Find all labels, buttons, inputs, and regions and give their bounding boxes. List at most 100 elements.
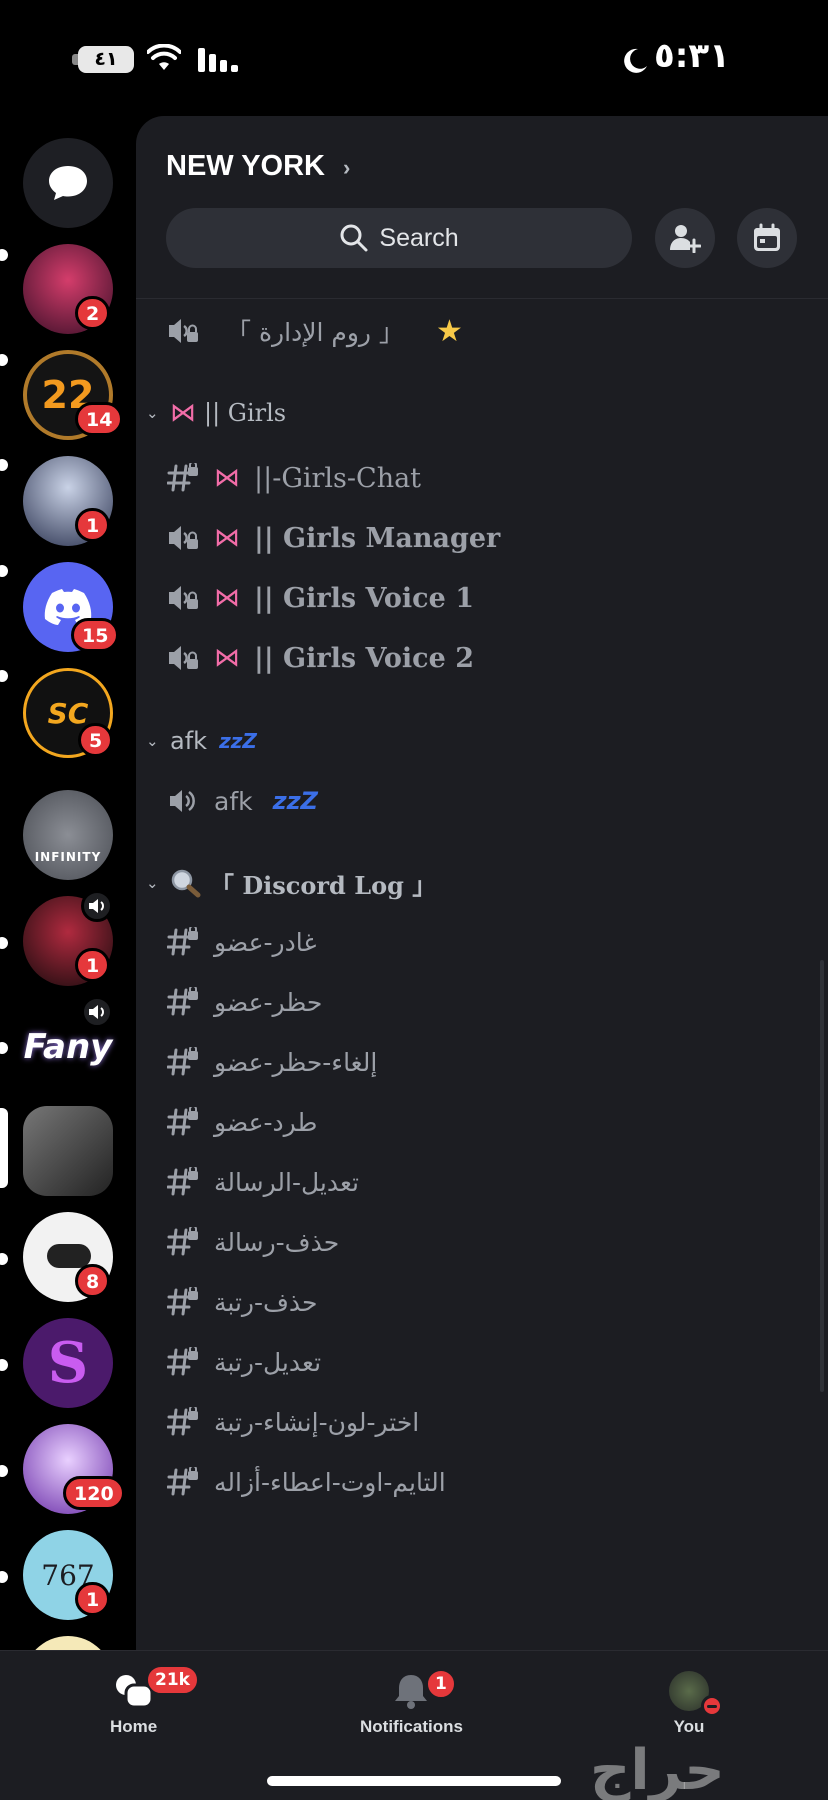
channel-admin-room[interactable]: 「 روم الإدارة 」 ★ <box>166 306 463 356</box>
server-icon-infinity[interactable]: INFINITY <box>23 790 113 880</box>
ribbon-icon: ⋈ <box>214 463 240 493</box>
speaker-icon <box>89 899 104 913</box>
channel-girls-voice-2[interactable]: ⋈ || Girls Voice 2 <box>166 633 474 683</box>
log-channel-row[interactable]: حذف-رسالة <box>166 1217 339 1267</box>
cellular-signal-icon <box>198 48 238 72</box>
log-channel-row[interactable]: غادر-عضو <box>166 917 316 967</box>
server-icon-helltix[interactable]: 2 <box>23 244 113 334</box>
category-name: 「 Discord Log 」 <box>210 870 437 900</box>
server-icon-anime-boy[interactable]: 120 <box>23 1424 125 1514</box>
bell-icon <box>395 1675 428 1709</box>
server-icon-girl-avatar[interactable]: 1 <box>23 456 113 546</box>
mention-badge: 8 <box>75 1264 111 1298</box>
log-channel-row[interactable]: حظر-عضو <box>166 977 322 1027</box>
chevron-right-icon: › <box>343 155 351 180</box>
channel-girls-manager[interactable]: ⋈ || Girls Manager <box>166 513 500 563</box>
nav-you[interactable]: You <box>669 1671 723 1737</box>
mention-badge: 15 <box>71 618 120 652</box>
search-icon <box>340 224 368 252</box>
server-icon-text: SC <box>47 696 89 730</box>
sleep-zzz-icon: zzZ <box>219 729 257 753</box>
log-channel-row[interactable]: إلغاء-حظر-عضو <box>166 1037 377 1087</box>
mention-badge: 1 <box>75 508 111 542</box>
search-button[interactable]: Search <box>166 208 632 268</box>
channel-girls-chat[interactable]: ⋈ ||-Girls-Chat <box>166 453 421 503</box>
status-bar: ٤١ ٥:٣١ <box>0 0 828 110</box>
category-name: afk <box>170 727 208 755</box>
mention-badge: 120 <box>63 1476 125 1510</box>
channel-name: اختر-لون-إنشاء-رتبة <box>214 1407 420 1437</box>
unread-dot <box>0 354 8 366</box>
events-button[interactable] <box>737 208 797 268</box>
nav-notifications[interactable]: Notifications 1 <box>360 1669 463 1737</box>
unread-dot <box>0 1253 8 1265</box>
server-icon-s[interactable]: S <box>23 1318 113 1408</box>
header-divider <box>136 298 828 299</box>
moon-icon <box>624 48 647 73</box>
log-channel-row[interactable]: تعديل-الرسالة <box>166 1157 359 1207</box>
direct-messages-button[interactable] <box>23 138 113 228</box>
server-icon-sc[interactable]: SC 5 <box>23 668 114 758</box>
chevron-down-icon: ⌄ <box>146 874 159 892</box>
mention-badge: 2 <box>75 296 111 330</box>
star-icon: ★ <box>435 313 463 349</box>
log-channel-row[interactable]: طرد-عضو <box>166 1097 317 1147</box>
server-icon-new-york[interactable] <box>23 1106 113 1196</box>
server-name-header[interactable]: NEW YORK › <box>166 150 350 183</box>
channel-name: غادر-عضو <box>214 927 317 957</box>
log-channel-row[interactable]: التايم-اوت-اعطاء-أزاله <box>166 1457 446 1507</box>
category-afk[interactable]: ⌄ afk zzZ <box>146 716 257 766</box>
server-name: NEW YORK <box>166 150 325 182</box>
channel-name: التايم-اوت-اعطاء-أزاله <box>214 1467 446 1497</box>
locked-text-channel-icon <box>166 1225 200 1259</box>
chevron-down-icon: ⌄ <box>146 404 159 422</box>
server-icon-fany[interactable]: Fany <box>23 996 113 1092</box>
scrollbar[interactable] <box>820 960 824 1392</box>
speaker-icon <box>89 1005 104 1019</box>
log-channel-row[interactable]: اختر-لون-إنشاء-رتبة <box>166 1397 419 1447</box>
unread-dot <box>0 1465 8 1477</box>
wifi-icon <box>147 44 181 70</box>
unread-dot <box>0 1042 8 1054</box>
log-channel-row[interactable]: حذف-رتبة <box>166 1277 318 1327</box>
server-icon-discord[interactable]: 15 <box>23 562 120 652</box>
ribbon-icon: ⋈ <box>214 583 240 613</box>
server-icon-767[interactable]: 767 1 <box>23 1530 113 1620</box>
unread-dot <box>0 459 8 471</box>
channel-afk[interactable]: afk zzZ <box>166 776 318 826</box>
channel-name: || Girls Voice 2 <box>254 642 474 674</box>
unread-dot <box>0 565 8 577</box>
haraj-watermark: حراج <box>590 1738 725 1800</box>
home-indicator[interactable] <box>267 1776 561 1786</box>
server-rail[interactable]: 2 22 14 1 15 SC 5 INFINITY 1 Fany 8 S 12… <box>0 110 136 1650</box>
log-channel-row[interactable]: تعديل-رتبة <box>166 1337 321 1387</box>
locked-text-channel-icon <box>166 1465 200 1499</box>
speaker-icon <box>166 784 200 818</box>
unread-dot <box>0 937 8 949</box>
server-icon-red-figure[interactable]: 1 <box>23 890 113 986</box>
chevron-down-icon: ⌄ <box>146 732 159 750</box>
invite-members-button[interactable] <box>655 208 715 268</box>
locked-text-channel-icon <box>166 985 200 1019</box>
locked-text-channel-icon <box>166 1345 200 1379</box>
server-icon-22[interactable]: 22 14 <box>23 350 124 440</box>
channel-name: afk <box>214 786 253 816</box>
channel-girls-voice-1[interactable]: ⋈ || Girls Voice 1 <box>166 573 474 623</box>
server-icon-partial[interactable] <box>23 1636 113 1650</box>
locked-voice-icon <box>166 521 200 555</box>
voice-active-badge <box>81 996 113 1028</box>
channel-name: || Girls Voice 1 <box>254 582 474 614</box>
locked-text-channel-icon <box>166 1045 200 1079</box>
clock: ٥:٣١ <box>654 36 730 76</box>
category-discord-log[interactable]: ⌄ 「 Discord Log 」 <box>146 858 436 908</box>
sleep-zzz-icon: zzZ <box>272 787 318 815</box>
unread-dot <box>0 1571 8 1583</box>
category-girls[interactable]: ⌄ ⋈ || Girls <box>146 388 286 438</box>
channel-name: إلغاء-حظر-عضو <box>214 1047 378 1077</box>
locked-text-channel-icon <box>166 1405 200 1439</box>
search-label: Search <box>379 223 459 252</box>
nav-home[interactable]: Home 21k <box>110 1665 199 1737</box>
server-icon-text: INFINITY <box>34 850 102 864</box>
mention-badge: 14 <box>75 402 124 436</box>
server-icon-white-car[interactable]: 8 <box>23 1212 113 1302</box>
